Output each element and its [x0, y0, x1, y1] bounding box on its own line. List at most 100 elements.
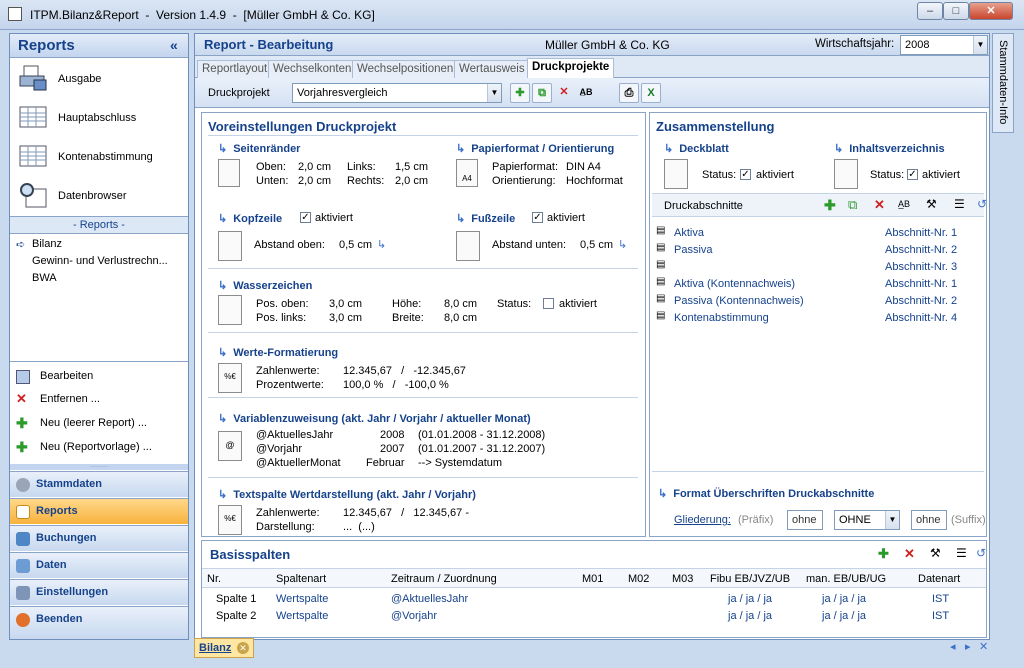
wj-select[interactable]: 2008 ▼ — [900, 35, 988, 55]
checkbox-label: aktiviert — [756, 169, 794, 181]
nav-buchungen[interactable]: Buchungen — [10, 525, 188, 551]
label: Papierformat: — [492, 161, 559, 173]
seitenraender-heading: ↳ Seitenränder — [218, 143, 301, 155]
print-icon[interactable]: ⎙ — [619, 83, 639, 103]
divider — [208, 477, 638, 478]
new-empty-action[interactable]: ✚ Neu (leerer Report) ... — [16, 414, 184, 434]
list-item[interactable]: ▤ — [656, 309, 665, 321]
chevron-down-icon[interactable]: ▼ — [487, 84, 501, 102]
list-item[interactable]: ▤ — [656, 275, 665, 287]
list-item[interactable]: ▤ — [656, 224, 665, 236]
suffix-input[interactable]: ohne — [911, 510, 947, 530]
sort-icon[interactable]: ☰ — [956, 546, 967, 560]
more-icon[interactable]: ↺ — [976, 546, 986, 560]
col-header[interactable]: Fibu EB/JVZ/UB — [710, 573, 790, 585]
druckprojekt-select[interactable]: Vorjahresvergleich ▼ — [292, 83, 502, 103]
add-icon[interactable]: ✚ — [824, 197, 836, 214]
col-header[interactable]: Datenart — [918, 573, 960, 585]
arrow-icon[interactable]: ↳ — [377, 238, 386, 251]
close-button[interactable]: ✕ — [969, 2, 1013, 20]
collapse-icon[interactable]: « — [170, 37, 178, 53]
tools-icon[interactable]: ⚒ — [930, 546, 941, 560]
col-header[interactable]: M03 — [672, 573, 693, 585]
report-item-bilanz[interactable]: Bilanz — [32, 238, 62, 250]
list-item[interactable]: ▤ — [656, 292, 665, 304]
copy-add-icon[interactable]: ⧉ — [848, 197, 857, 213]
abschnitt-nr: Abschnitt-Nr. 2 — [885, 244, 958, 256]
report-item-guv[interactable]: Gewinn- und Verlustrechn... — [32, 255, 168, 267]
gliederung-select[interactable]: OHNE ▼ — [834, 510, 900, 530]
new-template-action[interactable]: ✚ Neu (Reportvorlage) ... — [16, 438, 184, 458]
tab-druckprojekte[interactable]: Druckprojekte — [527, 58, 615, 78]
abschnitt-name[interactable]: Passiva — [674, 244, 713, 256]
remove-action[interactable]: ✕ Entfernen ... — [16, 390, 184, 410]
abschnitt-name[interactable]: Aktiva — [674, 227, 704, 239]
nav-daten[interactable]: Daten — [10, 552, 188, 578]
sidebar-item-ausgabe[interactable]: Ausgabe — [16, 60, 184, 98]
more-icon[interactable]: ↺ — [977, 197, 987, 211]
rename-icon[interactable]: A̲B — [898, 199, 910, 209]
value: 3,0 cm — [329, 298, 363, 310]
edit-action[interactable]: Bearbeiten — [16, 367, 184, 387]
sidebar-item-hauptabschluss[interactable]: Hauptabschluss — [16, 99, 184, 137]
col-header[interactable]: Zeitraum / Zuordnung — [391, 573, 497, 585]
fusszeile-checkbox[interactable]: ✓ — [532, 212, 543, 223]
scroll-right-icon[interactable]: ▸ — [965, 640, 971, 653]
praefix-input[interactable]: ohne — [787, 510, 823, 530]
nav-einstellungen[interactable]: Einstellungen — [10, 579, 188, 605]
chevron-down-icon[interactable]: ▼ — [973, 36, 987, 54]
list-item[interactable]: ▤ — [656, 241, 665, 253]
basis-title: Basisspalten — [210, 547, 291, 562]
col-header[interactable]: man. EB/UB/UG — [806, 573, 886, 585]
document-tab-bilanz[interactable]: Bilanz ✕ — [194, 638, 254, 658]
tab-wechselpositionen[interactable]: Wechselpositionen — [352, 60, 459, 78]
sidebar-item-datenbrowser[interactable]: Datenbrowser — [16, 177, 184, 215]
abschnitt-name[interactable]: Passiva (Kontennachweis) — [674, 295, 804, 307]
add-column-icon[interactable]: ✚ — [878, 546, 889, 562]
printer-icon — [18, 64, 48, 92]
tools-icon[interactable]: ⚒ — [926, 197, 937, 211]
rename-icon[interactable]: A̲B — [576, 83, 596, 103]
arrow-icon[interactable]: ↳ — [618, 238, 627, 251]
table-row[interactable]: Spalte 1 Wertspalte @AktuellesJahr ja / … — [202, 591, 986, 608]
delete-icon[interactable]: ✕ — [874, 197, 885, 213]
col-header[interactable]: M02 — [628, 573, 649, 585]
tab-wertausweis[interactable]: Wertausweis — [454, 60, 530, 78]
wasser-checkbox[interactable] — [543, 298, 554, 309]
chevron-down-icon[interactable]: ▼ — [885, 511, 899, 529]
tab-reportlayout[interactable]: Reportlayout — [197, 60, 273, 78]
col-header[interactable]: M01 — [582, 573, 603, 585]
table-row[interactable]: Spalte 2 Wertspalte @Vorjahr ja / ja / j… — [202, 608, 986, 625]
deckblatt-checkbox[interactable]: ✓ — [740, 169, 751, 180]
kopfzeile-checkbox[interactable]: ✓ — [300, 212, 311, 223]
inhalt-checkbox[interactable]: ✓ — [907, 169, 918, 180]
stammdaten-info-tab[interactable]: Stammdaten-Info — [992, 33, 1014, 133]
report-item-bwa[interactable]: BWA — [32, 272, 57, 284]
excel-icon[interactable]: X — [641, 83, 661, 103]
sort-icon[interactable]: ☰ — [954, 197, 965, 211]
nav-stammdaten[interactable]: Stammdaten — [10, 471, 188, 497]
tab-wechselkonten[interactable]: Wechselkonten — [268, 60, 357, 78]
copy-add-icon[interactable]: ⧉ — [532, 83, 552, 103]
scroll-left-icon[interactable]: ◂ — [950, 640, 956, 653]
abschnitt-name[interactable]: Kontenabstimmung — [674, 312, 769, 324]
nav-reports[interactable]: Reports — [10, 498, 188, 524]
delete-icon[interactable]: ✕ — [554, 83, 574, 103]
delete-column-icon[interactable]: ✕ — [904, 546, 915, 562]
col-header[interactable]: Spaltenart — [276, 573, 326, 585]
nav-beenden[interactable]: Beenden — [10, 606, 188, 639]
sidebar-item-kontenabstimmung[interactable]: Kontenabstimmung — [16, 138, 184, 176]
value: 1,5 cm — [395, 161, 429, 173]
add-icon[interactable]: ✚ — [510, 83, 530, 103]
gliederung-label[interactable]: Gliederung: — [674, 514, 731, 526]
list-item[interactable]: ▤ — [656, 258, 665, 270]
edit-icon — [16, 370, 30, 384]
maximize-button[interactable]: □ — [943, 2, 969, 20]
close-tab-icon[interactable]: ✕ — [237, 642, 249, 654]
col-header[interactable]: Nr. — [207, 573, 221, 585]
close-all-icon[interactable]: ✕ — [979, 640, 988, 653]
splitter-handle[interactable]: ········· — [10, 464, 188, 470]
abschnitt-name[interactable]: Aktiva (Kontennachweis) — [674, 278, 795, 290]
minimize-button[interactable]: – — [917, 2, 943, 20]
toolbar: Druckprojekt Vorjahresvergleich ▼ ✚ ⧉ ✕ … — [195, 78, 989, 108]
